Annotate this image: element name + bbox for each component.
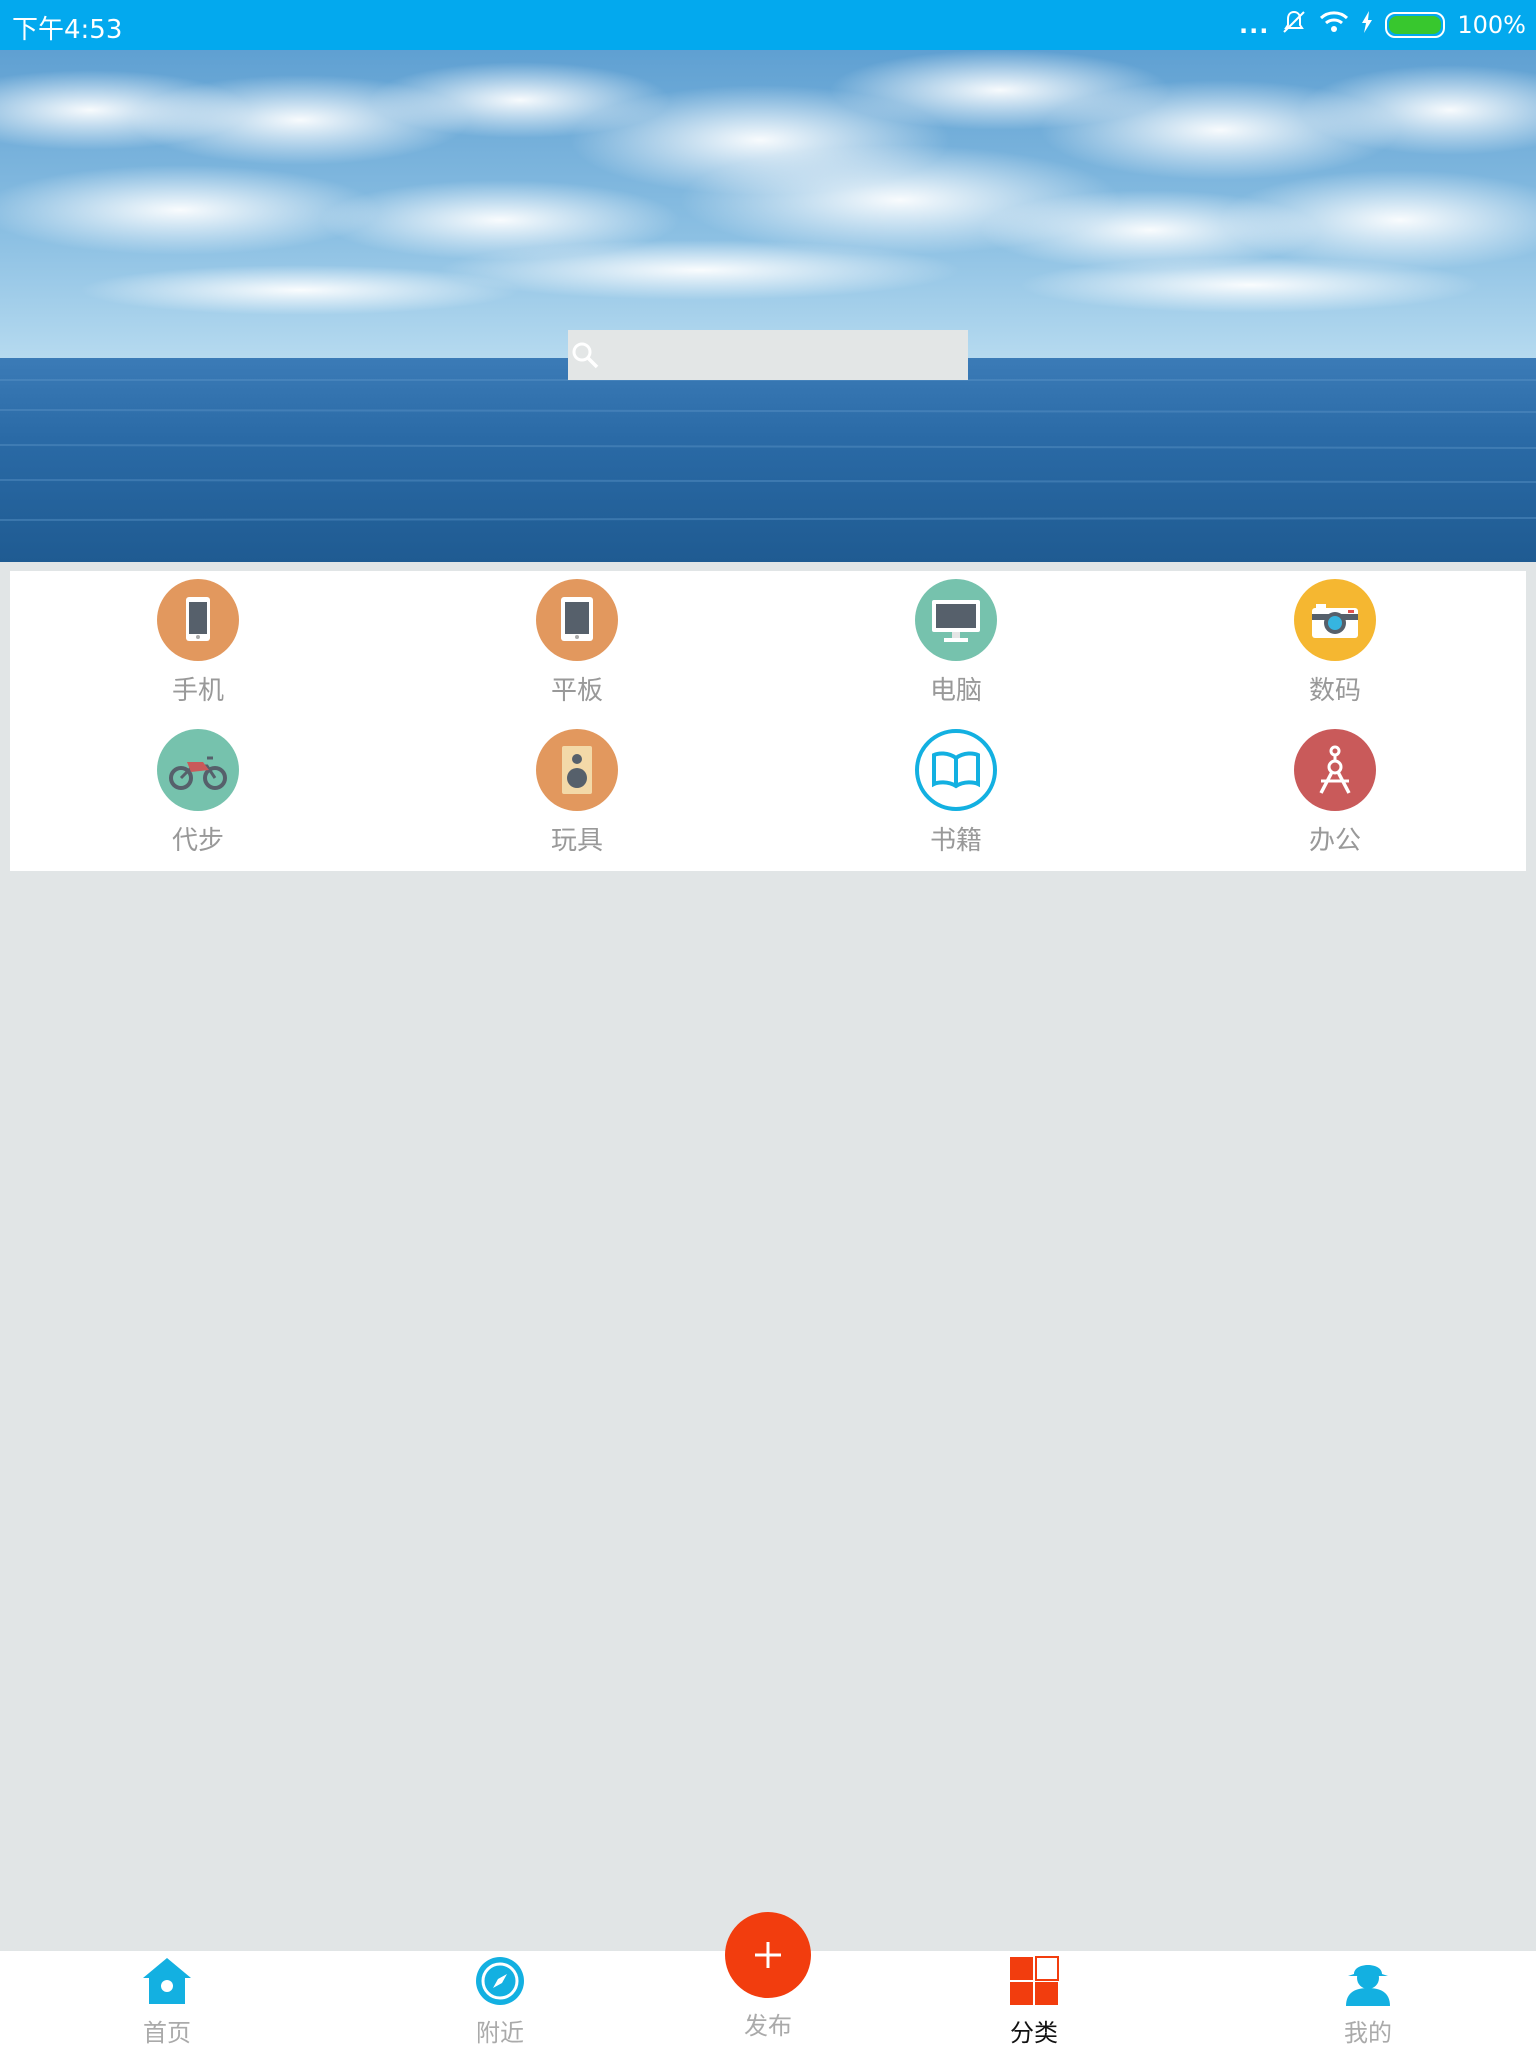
battery-percent: 100% <box>1457 11 1526 39</box>
category-digital[interactable]: 数码 <box>1240 571 1430 711</box>
category-label: 玩具 <box>550 826 603 856</box>
category-label: 电脑 <box>929 676 982 706</box>
charging-icon <box>1361 11 1373 39</box>
category-grid-icon <box>944 1955 1124 2007</box>
tablet-icon <box>536 579 618 661</box>
nav-label: 首页 <box>143 2019 191 2047</box>
battery-icon <box>1385 12 1446 38</box>
mute-bell-icon <box>1281 9 1307 41</box>
motorbike-icon <box>157 729 239 811</box>
category-books[interactable]: 书籍 <box>861 721 1051 861</box>
more-dots: ... <box>1239 11 1270 39</box>
compass-icon <box>410 1955 590 2007</box>
category-label: 数码 <box>1308 676 1361 706</box>
nav-label: 附近 <box>476 2019 524 2047</box>
publish-label: 发布 <box>744 2012 792 2040</box>
category-computer[interactable]: 电脑 <box>861 571 1051 711</box>
user-icon <box>1278 1955 1458 2007</box>
wifi-icon <box>1319 10 1349 40</box>
search-icon[interactable] <box>570 340 600 370</box>
category-transport[interactable]: 代步 <box>103 721 293 861</box>
camera-icon <box>1294 579 1376 661</box>
nav-nearby[interactable]: 附近 <box>410 1951 590 2048</box>
status-icons: ... 100% <box>1239 8 1526 42</box>
nav-label: 我的 <box>1344 2019 1392 2047</box>
category-label: 代步 <box>171 826 224 856</box>
compass-drafting-icon <box>1294 729 1376 811</box>
book-icon <box>915 729 997 811</box>
category-grid: 手机 平板 电脑 数码 代步 玩具 书籍 办公 <box>10 571 1526 871</box>
publish-button[interactable] <box>725 1912 811 1998</box>
category-label: 办公 <box>1308 826 1361 856</box>
nav-label: 分类 <box>1010 2019 1058 2047</box>
category-label: 手机 <box>171 676 224 706</box>
plus-icon <box>755 1942 781 1968</box>
phone-icon <box>157 579 239 661</box>
nav-category[interactable]: 分类 <box>944 1951 1124 2048</box>
status-time: 下午4:53 <box>12 15 123 45</box>
category-label: 平板 <box>550 676 603 706</box>
speaker-icon <box>536 729 618 811</box>
category-office[interactable]: 办公 <box>1240 721 1430 861</box>
category-phone[interactable]: 手机 <box>103 571 293 711</box>
banner-image <box>0 50 1536 562</box>
search-input[interactable] <box>610 330 964 382</box>
monitor-icon <box>915 579 997 661</box>
nav-home[interactable]: 首页 <box>77 1951 257 2048</box>
category-tablet[interactable]: 平板 <box>482 571 672 711</box>
home-icon <box>77 1955 257 2007</box>
nav-mine[interactable]: 我的 <box>1278 1951 1458 2048</box>
search-bar[interactable] <box>568 330 968 382</box>
category-label: 书籍 <box>929 826 982 856</box>
category-toys[interactable]: 玩具 <box>482 721 672 861</box>
status-bar: 下午4:53 ... 100% <box>0 0 1536 50</box>
